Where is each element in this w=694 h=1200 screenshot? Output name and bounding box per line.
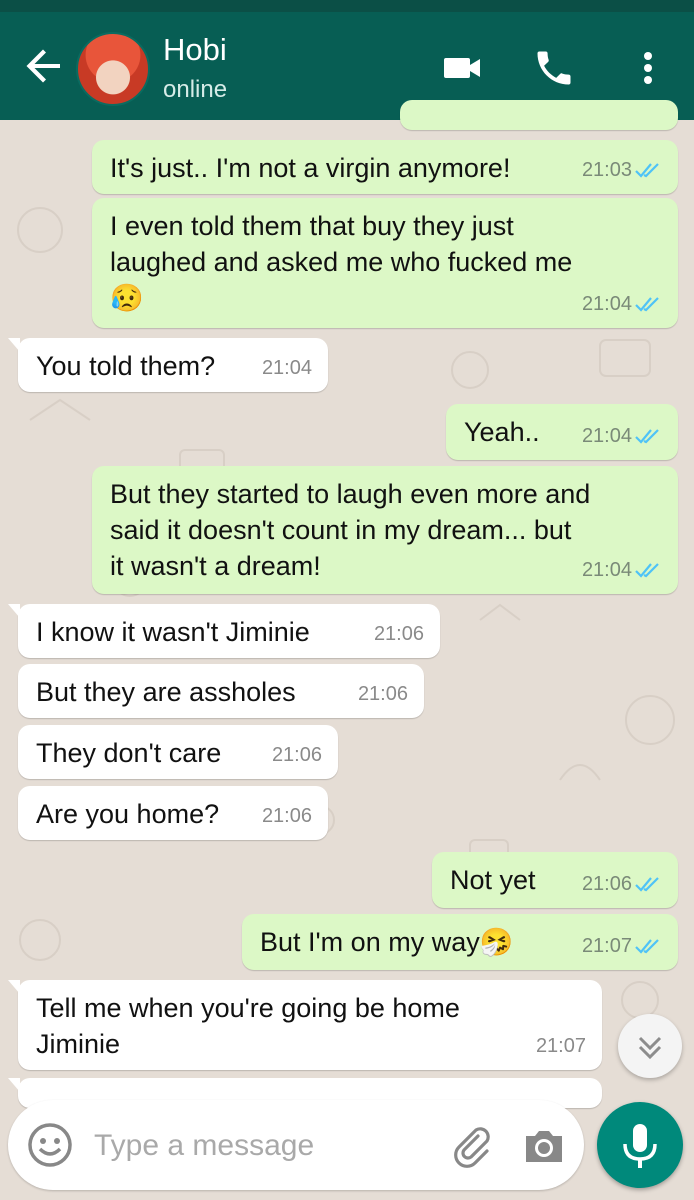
message-text: It's just.. I'm not a virgin anymore! (110, 153, 511, 183)
message-text: But they are assholes (36, 677, 296, 707)
message-meta: 21:06 (374, 616, 424, 652)
message-text: Not yet (450, 865, 536, 895)
avatar[interactable] (76, 32, 150, 106)
message-meta: 21:06 (358, 676, 408, 712)
emoji-icon (28, 1123, 72, 1167)
more-options-button[interactable] (626, 46, 670, 90)
message-time: 21:06 (357, 683, 408, 705)
message-bubble-partial[interactable] (400, 100, 678, 130)
message-meta: 21:06 (582, 866, 662, 902)
message-bubble-outgoing[interactable]: But they started to laugh even more and … (92, 466, 678, 594)
message-bubble-outgoing[interactable]: Not yet 21:06 (432, 852, 678, 908)
message-text: Tell me when you're going be home Jimini… (36, 993, 460, 1059)
double-check-icon (635, 429, 659, 444)
message-meta: 21:04 (582, 418, 662, 454)
back-arrow-icon (26, 49, 60, 83)
attach-button[interactable] (448, 1122, 494, 1168)
message-bubble-outgoing[interactable]: But I'm on my way🤧 21:07 (242, 914, 678, 970)
message-text: I know it wasn't Jiminie (36, 617, 310, 647)
message-bubble-incoming[interactable]: Are you home? 21:06 (18, 786, 328, 840)
message-bubble-incoming[interactable]: I know it wasn't Jiminie 21:06 (8, 604, 440, 658)
message-bubble-outgoing[interactable]: I even told them that buy they just laug… (92, 198, 678, 328)
message-input[interactable] (92, 1120, 436, 1172)
message-time: 21:06 (261, 805, 312, 827)
contact-name[interactable]: Hobi (163, 32, 227, 68)
message-meta: 21:04 (582, 286, 662, 322)
message-meta: 21:07 (582, 928, 662, 964)
attach-icon (454, 1127, 490, 1168)
double-check-icon (635, 163, 659, 178)
contact-status: online (163, 76, 228, 103)
message-time: 21:04 (581, 293, 632, 315)
message-bubble-outgoing[interactable]: Yeah.. 21:04 (446, 404, 678, 460)
voice-message-button[interactable] (597, 1102, 683, 1188)
video-call-icon (444, 58, 480, 78)
double-check-icon (635, 939, 659, 954)
message-meta: 21:07 (536, 1028, 586, 1064)
message-time: 21:06 (373, 623, 424, 645)
message-bubble-incoming[interactable]: But they are assholes 21:06 (18, 664, 424, 718)
message-text: Yeah.. (464, 417, 540, 447)
message-time: 21:04 (261, 357, 312, 379)
message-time: 21:04 (581, 425, 632, 447)
mic-icon (623, 1124, 657, 1168)
message-meta: 21:03 (582, 152, 662, 188)
message-time: 21:04 (581, 559, 632, 581)
message-composer (8, 1100, 584, 1190)
scroll-to-bottom-button[interactable] (618, 1014, 682, 1078)
camera-button[interactable] (520, 1122, 568, 1170)
message-text: But I'm on my way🤧 (260, 927, 514, 957)
message-text: They don't care (36, 738, 222, 768)
message-time: 21:03 (581, 159, 632, 181)
message-text: But they started to laugh even more and … (110, 479, 591, 581)
message-meta: 21:04 (582, 552, 662, 588)
video-call-button[interactable] (440, 46, 484, 90)
phone-icon (537, 51, 571, 85)
emoji-button[interactable] (26, 1121, 74, 1169)
message-bubble-incoming[interactable]: They don't care 21:06 (18, 725, 338, 779)
message-bubble-incoming[interactable]: Tell me when you're going be home Jimini… (8, 980, 602, 1070)
message-meta: 21:06 (272, 737, 322, 773)
message-bubble-incoming[interactable]: You told them? 21:04 (8, 338, 328, 392)
message-time: 21:06 (581, 873, 632, 895)
message-text: I even told them that buy they just laug… (110, 211, 573, 313)
back-button[interactable] (20, 42, 68, 90)
voice-call-button[interactable] (532, 46, 576, 90)
double-check-icon (635, 877, 659, 892)
camera-icon (526, 1131, 562, 1162)
message-bubble-outgoing[interactable]: It's just.. I'm not a virgin anymore! 21… (92, 140, 678, 194)
message-time: 21:07 (535, 1035, 586, 1057)
message-meta: 21:06 (262, 798, 312, 834)
message-meta: 21:04 (262, 350, 312, 386)
message-time: 21:07 (581, 935, 632, 957)
more-vert-icon (644, 52, 652, 84)
status-bar (0, 0, 694, 12)
message-text: You told them? (36, 351, 216, 381)
chevron-down-icon (638, 1036, 662, 1060)
message-time: 21:06 (271, 744, 322, 766)
message-text: Are you home? (36, 799, 220, 829)
double-check-icon (635, 297, 659, 312)
double-check-icon (635, 563, 659, 578)
